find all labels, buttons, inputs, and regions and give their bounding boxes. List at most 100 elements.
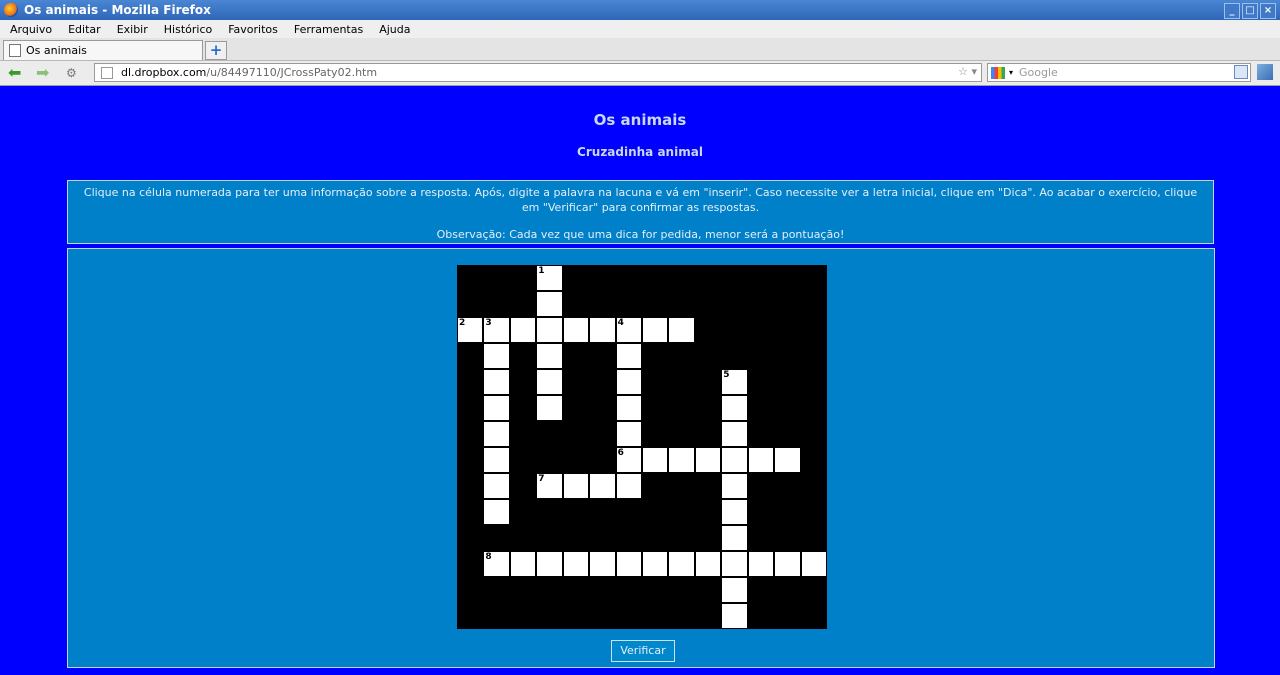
clue-number: 3 xyxy=(485,318,492,328)
crossword-cell[interactable] xyxy=(721,447,748,473)
crossword-cell[interactable] xyxy=(747,551,775,577)
crossword-cell[interactable]: 1 xyxy=(536,265,563,291)
menu-arquivo[interactable]: Arquivo xyxy=(10,23,52,36)
crossword-cell[interactable] xyxy=(721,421,748,447)
menu-favoritos[interactable]: Favoritos xyxy=(228,23,278,36)
window-titlebar: Os animais - Mozilla Firefox _ □ × xyxy=(0,0,1280,20)
crossword-cell[interactable] xyxy=(721,525,748,551)
crossword-cell[interactable] xyxy=(562,551,590,577)
crossword-cell[interactable] xyxy=(483,369,510,395)
crossword-cell[interactable]: 7 xyxy=(536,473,563,499)
tab-os-animais[interactable]: Os animais xyxy=(3,40,203,60)
crossword-cell[interactable] xyxy=(536,317,563,343)
crossword-cell[interactable] xyxy=(536,369,563,395)
url-path: /u/84497110/JCrossPaty02.htm xyxy=(206,66,378,79)
crossword-cell[interactable]: 6 xyxy=(615,447,642,473)
instructions-box: Clique na célula numerada para ter uma i… xyxy=(67,180,1214,244)
crossword-cell[interactable] xyxy=(615,369,642,395)
crossword-cell[interactable] xyxy=(721,603,748,629)
crossword-cell[interactable] xyxy=(668,317,695,343)
crossword-cell[interactable] xyxy=(642,551,669,577)
search-bar[interactable]: ▾ Google xyxy=(987,63,1251,82)
crossword-cell[interactable] xyxy=(536,291,563,317)
crossword-cell[interactable] xyxy=(642,317,669,343)
crossword-cell[interactable] xyxy=(562,473,590,499)
instructions-text: Clique na célula numerada para ter uma i… xyxy=(83,186,1198,214)
crossword-cell[interactable] xyxy=(721,499,748,525)
crossword-cell[interactable] xyxy=(642,447,669,473)
menu-bar: Arquivo Editar Exibir Histórico Favorito… xyxy=(0,20,1280,38)
clue-number: 1 xyxy=(538,266,545,276)
minimize-button[interactable]: _ xyxy=(1224,3,1240,19)
crossword-cell[interactable] xyxy=(589,317,616,343)
site-identity-icon xyxy=(101,66,113,79)
crossword-cell[interactable] xyxy=(721,577,748,603)
crossword-cell[interactable] xyxy=(800,551,827,577)
menu-editar[interactable]: Editar xyxy=(68,23,101,36)
crossword-cell[interactable] xyxy=(615,395,642,421)
window-title: Os animais - Mozilla Firefox xyxy=(24,3,211,17)
maximize-button[interactable]: □ xyxy=(1242,3,1258,19)
crossword-cell[interactable] xyxy=(694,447,722,473)
new-tab-button[interactable]: + xyxy=(205,41,227,60)
url-bar[interactable]: dl.dropbox.com/u/84497110/JCrossPaty02.h… xyxy=(94,63,982,82)
crossword-cell[interactable] xyxy=(721,551,748,577)
google-engine-icon[interactable] xyxy=(991,66,1005,79)
navigation-toolbar: ⬅ ➡ ⚙ dl.dropbox.com/u/84497110/JCrossPa… xyxy=(0,61,1280,86)
crossword-cell[interactable]: 3 xyxy=(483,317,510,343)
crossword-cell[interactable] xyxy=(536,551,563,577)
crossword-cell[interactable]: 4 xyxy=(615,317,642,343)
menu-ajuda[interactable]: Ajuda xyxy=(379,23,410,36)
crossword-cell[interactable]: 5 xyxy=(721,369,748,395)
crossword-cell[interactable] xyxy=(483,343,510,369)
url-host: dl.dropbox.com xyxy=(121,66,207,79)
chevron-down-icon[interactable]: ▾ xyxy=(1009,68,1013,77)
menu-exibir[interactable]: Exibir xyxy=(117,23,148,36)
crossword-cell[interactable] xyxy=(509,317,537,343)
crossword-cell[interactable] xyxy=(483,447,510,473)
clue-number: 5 xyxy=(723,370,730,380)
tab-label: Os animais xyxy=(26,44,87,57)
forward-arrow-icon[interactable]: ➡ xyxy=(36,64,49,82)
crossword-cell[interactable] xyxy=(747,447,775,473)
crossword-cell[interactable] xyxy=(774,447,801,473)
clue-number: 8 xyxy=(485,552,492,562)
crossword-cell[interactable] xyxy=(615,551,642,577)
crossword-cell[interactable] xyxy=(536,395,563,421)
crossword-cell[interactable] xyxy=(668,551,695,577)
crossword-cell[interactable] xyxy=(509,551,537,577)
verify-button[interactable]: Verificar xyxy=(611,640,675,662)
crossword-cell[interactable] xyxy=(615,473,642,499)
crossword-panel: 1 2 3 4 5 6 7 8 Verificar xyxy=(67,248,1215,668)
crossword-cell[interactable] xyxy=(721,395,748,421)
crossword-cell[interactable] xyxy=(562,317,590,343)
crossword-cell[interactable] xyxy=(615,343,642,369)
crossword-cell[interactable] xyxy=(483,395,510,421)
crossword-cell[interactable] xyxy=(483,421,510,447)
search-input[interactable]: Google xyxy=(1019,66,1058,79)
crossword-cell[interactable] xyxy=(774,551,801,577)
menu-ferramentas[interactable]: Ferramentas xyxy=(294,23,363,36)
close-button[interactable]: × xyxy=(1260,3,1276,19)
crossword-cell[interactable] xyxy=(694,551,722,577)
page-title: Os animais xyxy=(593,111,687,129)
back-arrow-icon[interactable]: ⬅ xyxy=(8,64,21,82)
clue-number: 2 xyxy=(459,318,466,328)
crossword-cell[interactable] xyxy=(589,473,616,499)
crossword-cell[interactable]: 8 xyxy=(483,551,510,577)
crossword-cell[interactable] xyxy=(721,473,748,499)
crossword-cell[interactable]: 2 xyxy=(457,317,484,343)
extension-icon[interactable] xyxy=(1257,64,1273,80)
crossword-cell[interactable] xyxy=(615,421,642,447)
crossword-cell[interactable] xyxy=(483,473,510,499)
crossword-cell[interactable] xyxy=(589,551,616,577)
bookmark-star-icon[interactable]: ☆ ▾ xyxy=(958,65,977,78)
crossword-cell[interactable] xyxy=(668,447,695,473)
page-subtitle: Cruzadinha animal xyxy=(577,145,703,159)
crossword-cell[interactable] xyxy=(536,343,563,369)
search-icon[interactable] xyxy=(1234,65,1248,79)
reload-icon[interactable]: ⚙ xyxy=(66,64,77,82)
crossword-cell[interactable] xyxy=(483,499,510,525)
menu-historico[interactable]: Histórico xyxy=(164,23,212,36)
instructions-note: Observação: Cada vez que uma dica for pe… xyxy=(436,228,845,241)
